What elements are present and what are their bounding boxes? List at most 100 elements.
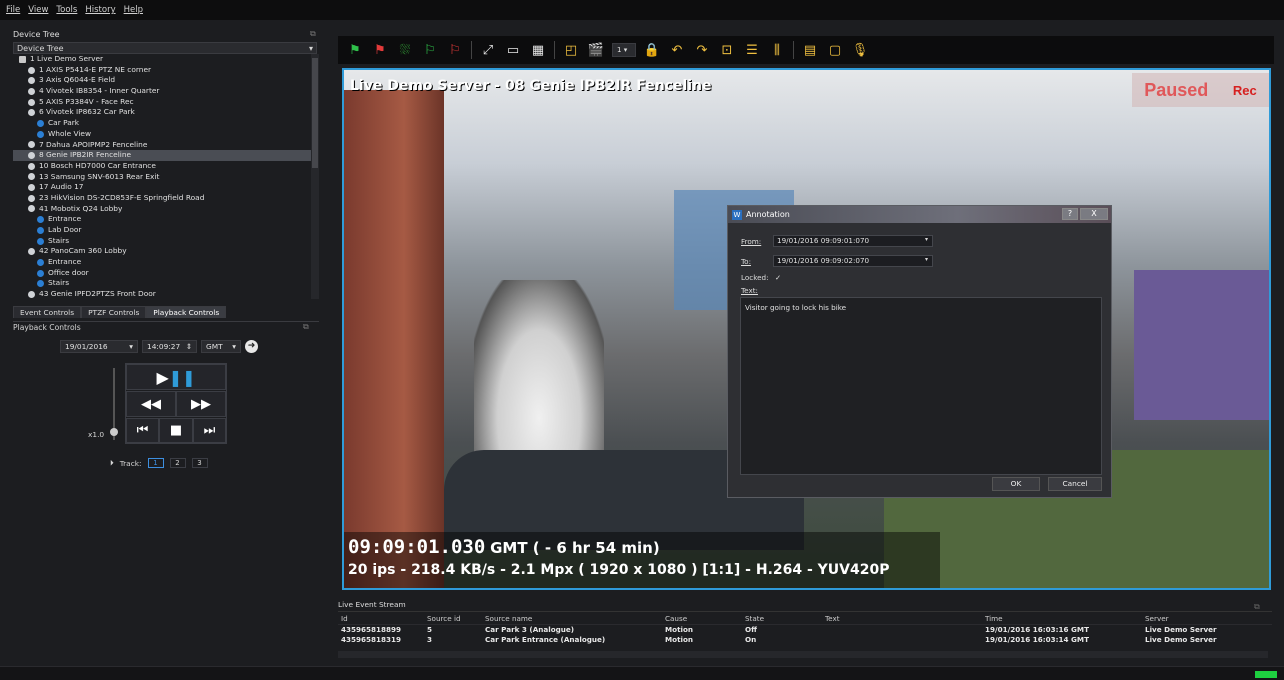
- grid-icon[interactable]: ▦: [529, 41, 547, 59]
- close-button[interactable]: X: [1080, 208, 1108, 220]
- menu-file[interactable]: File: [6, 5, 20, 15]
- column-header[interactable]: Time: [982, 614, 1142, 625]
- track-2-button[interactable]: 2: [169, 458, 186, 468]
- step-play-icon[interactable]: ⏵: [110, 458, 114, 468]
- chevron-down-icon[interactable]: ▾: [925, 256, 928, 263]
- flag-red-step-icon[interactable]: ⚐: [446, 41, 464, 59]
- ok-button[interactable]: OK: [992, 477, 1040, 491]
- tree-item[interactable]: 3 Axis Q6044-E Field: [13, 75, 311, 86]
- tree-item[interactable]: Office door: [13, 268, 311, 279]
- tree-item[interactable]: Entrance: [13, 214, 311, 225]
- tree-item[interactable]: Whole View: [13, 129, 311, 140]
- menu-history[interactable]: History: [85, 5, 115, 15]
- play-pause-button[interactable]: ▶ ❚❚: [126, 364, 226, 390]
- panel-float-icon[interactable]: ⧉: [1254, 602, 1260, 612]
- to-label: To:: [741, 257, 751, 266]
- tree-item[interactable]: Stairs: [13, 236, 311, 247]
- tree-item[interactable]: Stairs: [13, 278, 311, 289]
- flag-green-step-icon[interactable]: ⚐: [421, 41, 439, 59]
- help-button[interactable]: ?: [1062, 208, 1078, 220]
- column-header[interactable]: Source id: [424, 614, 482, 625]
- clapper-icon[interactable]: 🎬: [587, 41, 605, 59]
- tree-item[interactable]: 13 Samsung SNV-6013 Rear Exit: [13, 172, 311, 183]
- column-header[interactable]: Server: [1142, 614, 1272, 625]
- column-header[interactable]: Text: [822, 614, 982, 625]
- device-tree-scrollbar[interactable]: [311, 54, 319, 299]
- time-field[interactable]: 14:09:27 ⇕: [142, 340, 197, 353]
- connection-status-indicator: [1255, 671, 1277, 678]
- to-field[interactable]: 19/01/2016 09:09:02:070: [773, 255, 933, 267]
- tree-item[interactable]: Car Park: [13, 118, 311, 129]
- channel-select[interactable]: 1 ▾: [612, 43, 636, 57]
- column-header[interactable]: Source name: [482, 614, 662, 625]
- speed-slider-handle[interactable]: [110, 428, 118, 436]
- track-3-button[interactable]: 3: [191, 458, 208, 468]
- tile-icon[interactable]: ▢: [826, 41, 844, 59]
- tree-item[interactable]: 42 PanoCam 360 Lobby: [13, 246, 311, 257]
- bookmark-icon[interactable]: ⛆: [396, 41, 414, 59]
- cancel-button[interactable]: Cancel: [1048, 477, 1102, 491]
- chevron-down-icon[interactable]: ▾: [925, 236, 928, 243]
- channel-value: 1: [617, 46, 622, 54]
- view-icon: [37, 280, 44, 288]
- menu-view[interactable]: View: [28, 5, 48, 15]
- tree-item[interactable]: 10 Bosch HD7000 Car Entrance: [13, 161, 311, 172]
- tree-item[interactable]: 17 Audio 17: [13, 182, 311, 193]
- column-header[interactable]: State: [742, 614, 822, 625]
- flag-green-icon[interactable]: ⚑: [346, 41, 364, 59]
- tree-item[interactable]: 1 Live Demo Server: [13, 54, 311, 65]
- tree-item[interactable]: 5 AXIS P3384V - Face Rec: [13, 97, 311, 108]
- tree-item[interactable]: 7 Dahua APOIPMP2 Fenceline: [13, 140, 311, 151]
- annotation-text-area[interactable]: Visitor going to lock his bike: [740, 297, 1102, 475]
- tree-item[interactable]: 4 Vivotek IB8354 - Inner Quarter: [13, 86, 311, 97]
- tree-item[interactable]: 23 HikVision DS-2CD853F-E Springfield Ro…: [13, 193, 311, 204]
- stop-button[interactable]: ■: [159, 418, 193, 443]
- lock-icon[interactable]: 🔒: [643, 41, 661, 59]
- menu-tools[interactable]: Tools: [56, 5, 77, 15]
- locked-checkbox[interactable]: ✓: [775, 273, 781, 282]
- timezone-select[interactable]: GMT ▾: [201, 340, 241, 353]
- from-field[interactable]: 19/01/2016 09:09:01:070: [773, 235, 933, 247]
- skip-start-button[interactable]: ⏮: [126, 418, 159, 443]
- scrollbar-thumb[interactable]: [312, 58, 318, 168]
- snapshot-icon[interactable]: ◰: [562, 41, 580, 59]
- flag-red-icon[interactable]: ⚑: [371, 41, 389, 59]
- go-arrow-icon[interactable]: ➜: [245, 340, 258, 353]
- tree-item[interactable]: 43 Genie IPFD2PTZS Front Door: [13, 289, 311, 299]
- table-row[interactable]: 435965818899 5 Car Park 3 (Analogue) Motion…: [338, 624, 1272, 634]
- menu-help[interactable]: Help: [124, 5, 143, 15]
- tree-item[interactable]: 6 Vivotek IP8632 Car Park: [13, 107, 311, 118]
- redo-icon[interactable]: ↷: [693, 41, 711, 59]
- fullscreen-icon[interactable]: ⤢: [479, 41, 497, 59]
- column-header[interactable]: Cause: [662, 614, 742, 625]
- panel-float-icon[interactable]: ⧉: [310, 29, 316, 39]
- tab-event-controls[interactable]: Event Controls: [13, 306, 82, 318]
- text-label: Text:: [741, 286, 758, 295]
- undo-icon[interactable]: ↶: [668, 41, 686, 59]
- tree-item[interactable]: Lab Door: [13, 225, 311, 236]
- tree-item-label: 8 Genie IPB2IR Fenceline: [39, 150, 132, 160]
- tree-item[interactable]: Entrance: [13, 257, 311, 268]
- microphone-icon[interactable]: 🎙: [851, 41, 869, 59]
- window-icon[interactable]: ▤: [801, 41, 819, 59]
- tree-item[interactable]: 41 Mobotix Q24 Lobby: [13, 204, 311, 215]
- date-field[interactable]: 19/01/2016 ▾: [60, 340, 138, 353]
- fast-forward-button[interactable]: ▶▶: [176, 391, 226, 417]
- track-1-button[interactable]: 1: [147, 458, 164, 468]
- event-table-hscrollbar[interactable]: [338, 651, 1268, 658]
- device-tree-combo[interactable]: Device Tree ▾: [13, 42, 317, 54]
- export-icon[interactable]: ⊡: [718, 41, 736, 59]
- tree-item[interactable]: 1 AXIS P5414-E PTZ NE corner: [13, 65, 311, 76]
- sliders-icon[interactable]: ⫼: [768, 41, 786, 59]
- table-row[interactable]: 435965818319 3 Car Park Entrance (Analogue…: [338, 634, 1272, 644]
- rewind-button[interactable]: ◀◀: [126, 391, 176, 417]
- skip-end-button[interactable]: ⏭: [193, 418, 226, 443]
- column-header[interactable]: Id: [338, 614, 424, 625]
- monitor-icon[interactable]: ▭: [504, 41, 522, 59]
- list-icon[interactable]: ☰: [743, 41, 761, 59]
- tab-playback-controls[interactable]: Playback Controls: [146, 306, 227, 318]
- tree-item[interactable]: 8 Genie IPB2IR Fenceline: [13, 150, 311, 161]
- dialog-titlebar[interactable]: W Annotation ? X: [728, 206, 1111, 223]
- panel-float-icon[interactable]: ⧉: [303, 322, 309, 332]
- tab-ptzf-controls[interactable]: PTZF Controls: [81, 306, 147, 318]
